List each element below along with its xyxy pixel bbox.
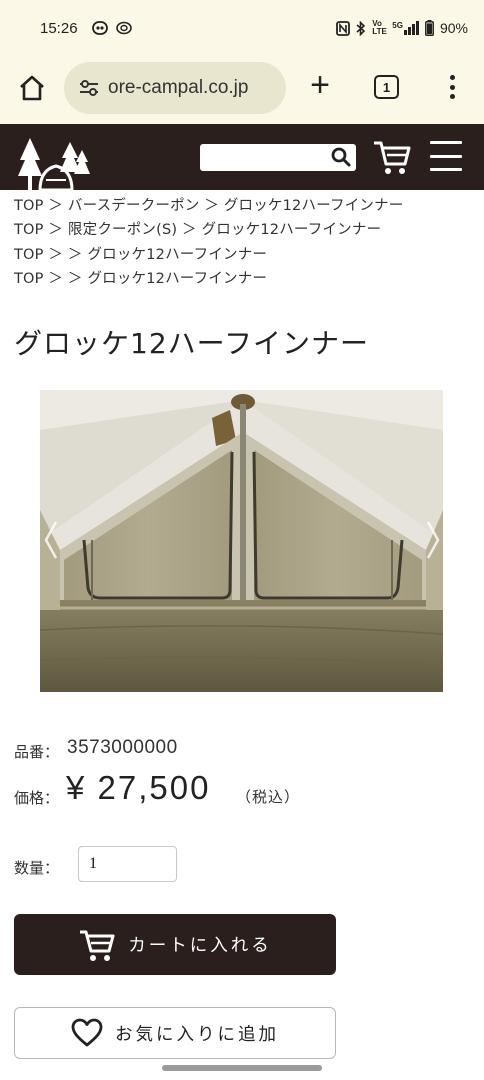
cart-icon <box>80 930 115 961</box>
dot-icon <box>449 94 455 99</box>
bluetooth-icon <box>356 20 366 36</box>
cart-icon[interactable] <box>372 138 412 176</box>
tent-photo <box>40 390 443 692</box>
quantity-input[interactable] <box>78 846 177 882</box>
status-time: 15:26 <box>40 19 78 37</box>
prev-image-arrow-icon[interactable] <box>44 520 58 560</box>
add-to-cart-label: カートに入れる <box>128 936 272 956</box>
site-header <box>0 124 484 190</box>
site-logo[interactable] <box>14 136 92 190</box>
breadcrumb-line[interactable]: TOP ＞ ＞ グロッケ12ハーフインナー <box>14 267 474 291</box>
hamburger-menu-icon[interactable] <box>430 141 462 171</box>
breadcrumb-line[interactable]: TOP ＞ ＞ グロッケ12ハーフインナー <box>14 243 474 267</box>
battery-icon <box>425 20 434 36</box>
add-to-favorites-button[interactable]: お気に入りに追加 <box>14 1007 336 1059</box>
url-text: ore-campal.co.jp <box>108 77 249 98</box>
tab-switcher-button[interactable]: 1 <box>374 75 399 99</box>
new-tab-button[interactable]: + <box>304 68 336 102</box>
home-button[interactable] <box>16 72 48 104</box>
5g-label: 5G <box>392 21 403 30</box>
status-bar: 15:26 Vo LTE 5G 90% <box>0 0 484 56</box>
browser-menu-button[interactable] <box>440 72 464 102</box>
browser-toolbar: ore-campal.co.jp + 1 <box>0 56 484 124</box>
price-value: ¥ 27,500 <box>66 769 211 806</box>
car-icon <box>115 21 132 35</box>
dot-icon <box>449 84 455 90</box>
product-title: グロッケ12ハーフインナー <box>14 327 369 360</box>
breadcrumb-line[interactable]: TOP ＞ バースデークーポン ＞ グロッケ12ハーフインナー <box>14 194 474 218</box>
quantity-label: 数量： <box>14 859 60 877</box>
nfc-icon <box>336 20 351 36</box>
product-image[interactable] <box>40 390 443 692</box>
address-bar[interactable]: ore-campal.co.jp <box>64 62 286 114</box>
home-icon <box>20 75 44 101</box>
add-to-cart-button[interactable]: カートに入れる <box>14 914 336 975</box>
dot-icon <box>449 75 455 80</box>
breadcrumb-line[interactable]: TOP ＞ 限定クーポン(S) ＞ グロッケ12ハーフインナー <box>14 218 474 242</box>
clock-face-icon <box>91 21 108 35</box>
volte-icon: Vo LTE <box>372 19 387 36</box>
site-settings-icon[interactable] <box>78 77 100 99</box>
breadcrumb: TOP ＞ バースデークーポン ＞ グロッケ12ハーフインナー TOP ＞ 限定… <box>14 194 474 291</box>
tax-note: （税込） <box>236 788 301 806</box>
heart-icon <box>71 1018 103 1047</box>
search-icon[interactable] <box>330 146 352 168</box>
price-label: 価格： <box>14 789 60 807</box>
next-image-arrow-icon[interactable] <box>426 520 440 560</box>
5g-signal-icon: 5G <box>392 21 419 35</box>
gesture-nav-handle[interactable] <box>162 1065 322 1071</box>
product-code-label: 品番： <box>14 743 60 761</box>
product-code: 3573000000 <box>67 737 178 758</box>
battery-level: 90% <box>439 20 468 36</box>
add-to-favorites-label: お気に入りに追加 <box>115 1024 279 1045</box>
